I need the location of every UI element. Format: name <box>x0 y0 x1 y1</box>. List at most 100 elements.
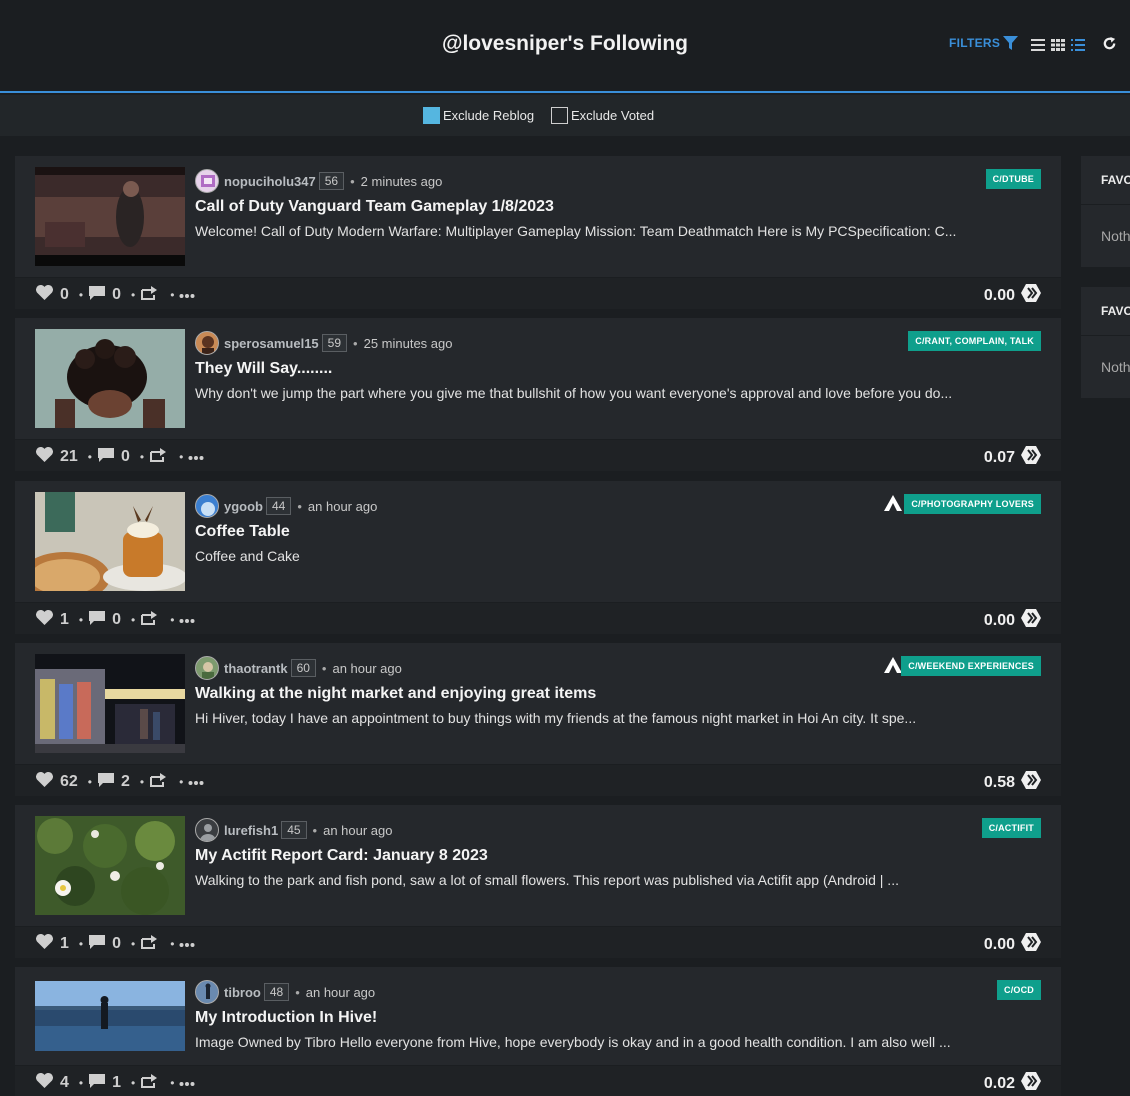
vote-count[interactable]: 62 <box>60 773 78 791</box>
comment-count[interactable]: 1 <box>112 1074 121 1092</box>
funnel-icon <box>1003 36 1019 50</box>
post-payout[interactable]: 0.58 <box>984 771 1041 794</box>
vote-count[interactable]: 21 <box>60 448 78 466</box>
author-name[interactable]: nopuciholu347 <box>224 174 316 189</box>
grid-view-icon[interactable] <box>1051 38 1065 56</box>
comment-count[interactable]: 2 <box>121 773 130 791</box>
post-payout[interactable]: 0.00 <box>984 284 1041 307</box>
payout-value: 0.00 <box>983 286 1015 304</box>
reblog-icon[interactable] <box>149 447 168 468</box>
post-payout[interactable]: 0.07 <box>984 446 1041 469</box>
more-options-icon[interactable] <box>188 448 204 466</box>
post-excerpt[interactable]: Walking to the park and fish pond, saw a… <box>195 872 899 888</box>
post-thumbnail[interactable] <box>35 816 185 915</box>
vote-count[interactable]: 0 <box>60 286 69 304</box>
post-thumbnail[interactable] <box>35 981 185 1051</box>
post-title[interactable]: They Will Say........ <box>195 360 332 378</box>
reblog-icon[interactable] <box>140 934 159 955</box>
exclude-voted-checkbox[interactable]: Exclude Voted <box>551 107 654 124</box>
post-payout[interactable]: 0.00 <box>984 609 1041 632</box>
post-excerpt[interactable]: Hi Hiver, today I have an appointment to… <box>195 710 916 726</box>
post-payout[interactable]: 0.00 <box>984 933 1041 956</box>
vote-count[interactable]: 1 <box>60 935 69 953</box>
heart-icon[interactable] <box>35 933 54 955</box>
more-options-icon[interactable] <box>179 1074 195 1092</box>
comment-count[interactable]: 0 <box>112 935 121 953</box>
comment-icon[interactable] <box>88 1073 106 1094</box>
author-name[interactable]: tibroo <box>224 985 261 1000</box>
reblog-icon[interactable] <box>140 1073 159 1094</box>
exclude-reblog-box[interactable] <box>423 107 440 124</box>
post-title[interactable]: Call of Duty Vanguard Team Gameplay 1/8/… <box>195 198 554 216</box>
separator-dot: • <box>321 660 327 676</box>
reblog-icon[interactable] <box>140 285 159 306</box>
community-badge[interactable]: C/PHOTOGRAPHY LOVERS <box>904 494 1041 514</box>
post-card[interactable]: tibroo 48 • an hour ago C/OCD My Introdu… <box>15 967 1061 1096</box>
post-excerpt[interactable]: Why don't we jump the part where you giv… <box>195 385 952 401</box>
post-payout[interactable]: 0.02 <box>984 1072 1041 1095</box>
comment-icon[interactable] <box>88 285 106 306</box>
author-name[interactable]: sperosamuel15 <box>224 336 319 351</box>
vote-count[interactable]: 1 <box>60 611 69 629</box>
comment-icon[interactable] <box>97 772 115 793</box>
heart-icon[interactable] <box>35 771 54 793</box>
exclude-voted-box[interactable] <box>551 107 568 124</box>
author-name[interactable]: thaotrantk <box>224 661 288 676</box>
post-thumbnail[interactable] <box>35 167 185 266</box>
post-title[interactable]: My Actifit Report Card: January 8 2023 <box>195 847 488 865</box>
filters-button[interactable]: FILTERS <box>949 36 1019 50</box>
post-card[interactable]: sperosamuel15 59 • 25 minutes ago C/RANT… <box>15 318 1061 471</box>
hive-icon <box>1021 609 1041 632</box>
community-badge[interactable]: C/WEEKEND EXPERIENCES <box>901 656 1041 676</box>
refresh-icon[interactable] <box>1102 36 1117 56</box>
heart-icon[interactable] <box>35 609 54 631</box>
avatar[interactable] <box>195 656 219 680</box>
comment-icon[interactable] <box>97 447 115 468</box>
community-badge[interactable]: C/ACTIFIT <box>981 818 1041 838</box>
post-title[interactable]: Walking at the night market and enjoying… <box>195 685 596 703</box>
avatar[interactable] <box>195 494 219 518</box>
comment-icon[interactable] <box>88 934 106 955</box>
reblog-icon[interactable] <box>140 610 159 631</box>
post-excerpt[interactable]: Welcome! Call of Duty Modern Warfare: Mu… <box>195 223 956 239</box>
post-meta: thaotrantk 60 • an hour ago <box>195 656 402 680</box>
post-card[interactable]: nopuciholu347 56 • 2 minutes ago C/DTUBE… <box>15 156 1061 309</box>
heart-icon[interactable] <box>35 1072 54 1094</box>
community-badge[interactable]: C/RANT, COMPLAIN, TALK <box>908 331 1041 351</box>
widget-title: FAVO <box>1101 304 1130 318</box>
more-options-icon[interactable] <box>188 773 204 791</box>
community-badge[interactable]: C/DTUBE <box>985 169 1041 189</box>
community-badge[interactable]: C/OCD <box>997 980 1041 1000</box>
exclude-reblog-checkbox[interactable]: Exclude Reblog <box>423 107 534 124</box>
post-title[interactable]: My Introduction In Hive! <box>195 1009 377 1027</box>
vote-count[interactable]: 4 <box>60 1074 69 1092</box>
comment-count[interactable]: 0 <box>121 448 130 466</box>
comment-count[interactable]: 0 <box>112 286 121 304</box>
author-name[interactable]: lurefish1 <box>224 823 278 838</box>
comment-icon[interactable] <box>88 610 106 631</box>
post-excerpt[interactable]: Image Owned by Tibro Hello everyone from… <box>195 1034 951 1050</box>
comment-count[interactable]: 0 <box>112 611 121 629</box>
more-options-icon[interactable] <box>179 286 195 304</box>
compact-list-view-icon[interactable] <box>1071 38 1085 56</box>
post-card[interactable]: thaotrantk 60 • an hour ago C/WEEKEND EX… <box>15 643 1061 796</box>
heart-icon[interactable] <box>35 446 54 468</box>
post-title[interactable]: Coffee Table <box>195 523 290 541</box>
list-view-icon[interactable] <box>1031 38 1045 56</box>
post-thumbnail[interactable] <box>35 654 185 753</box>
post-thumbnail[interactable] <box>35 492 185 591</box>
avatar[interactable] <box>195 169 219 193</box>
avatar[interactable] <box>195 331 219 355</box>
avatar[interactable] <box>195 818 219 842</box>
avatar[interactable] <box>195 980 219 1004</box>
post-card[interactable]: ygoob 44 • an hour ago C/PHOTOGRAPHY LOV… <box>15 481 1061 634</box>
heart-icon[interactable] <box>35 284 54 306</box>
post-meta: lurefish1 45 • an hour ago <box>195 818 393 842</box>
author-name[interactable]: ygoob <box>224 499 263 514</box>
reblog-icon[interactable] <box>149 772 168 793</box>
more-options-icon[interactable] <box>179 935 195 953</box>
post-excerpt[interactable]: Coffee and Cake <box>195 548 300 564</box>
post-thumbnail[interactable] <box>35 329 185 428</box>
post-card[interactable]: lurefish1 45 • an hour ago C/ACTIFIT My … <box>15 805 1061 958</box>
more-options-icon[interactable] <box>179 611 195 629</box>
